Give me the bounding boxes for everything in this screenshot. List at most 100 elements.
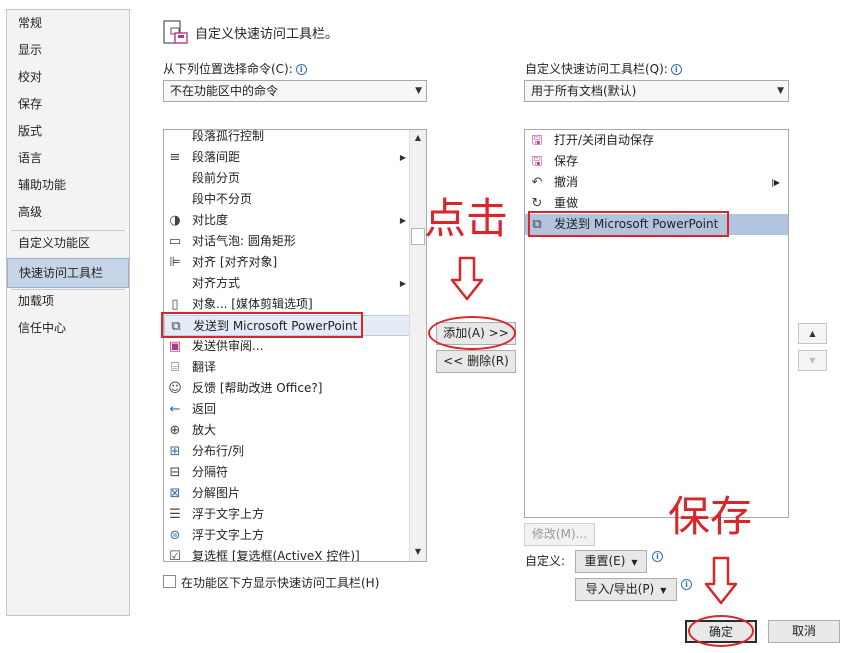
annotation-save-text: 保存	[668, 492, 753, 541]
import-export-button[interactable]: 导入/导出(P) ▼	[575, 578, 677, 601]
autosave-icon: 🖫	[531, 133, 543, 148]
options-nav: 常规 显示 校对 保存 版式 语言 辅助功能 高级 自定义功能区 快速访问工具栏…	[6, 9, 130, 616]
ungroup-picture-icon: ⊠	[169, 486, 181, 501]
choose-from-dropdown[interactable]: 不在功能区中的命令 ▼	[163, 80, 427, 102]
list-item[interactable]: 🖫 保存	[525, 151, 788, 172]
list-item[interactable]: ⊕ 放大	[164, 420, 410, 441]
annotation-down-arrow-icon	[450, 256, 484, 301]
send-review-icon: ▣	[168, 339, 182, 354]
list-item[interactable]: 🖫 打开/关闭自动保存	[525, 130, 788, 151]
annotation-circle-add	[428, 316, 516, 350]
save-icon: 🖫	[531, 154, 543, 169]
dropdown-arrow-icon: ▼	[777, 86, 784, 96]
scroll-thumb[interactable]	[411, 228, 425, 245]
list-item[interactable]: ⊫ 对齐 [对齐对象]	[164, 252, 410, 273]
show-below-ribbon-label: 在功能区下方显示快速访问工具栏(H)	[181, 576, 380, 590]
dropdown-arrow-icon: ▼	[660, 586, 667, 595]
info-icon: i	[295, 64, 307, 75]
list-item[interactable]: ⊠ 分解图片	[164, 483, 410, 504]
scroll-up-icon[interactable]: ▲	[410, 130, 426, 146]
move-down-button[interactable]: ▼	[798, 350, 827, 371]
customize-toolbar-label: 自定义快速访问工具栏(Q): i	[525, 60, 682, 77]
customizations-label: 自定义:	[525, 554, 566, 568]
scroll-down-icon[interactable]: ▼	[410, 544, 426, 560]
list-item[interactable]: ☰ 浮于文字上方	[164, 504, 410, 525]
nav-item-layout[interactable]: 版式	[7, 118, 129, 145]
annotation-highlight-command	[161, 312, 363, 338]
nav-item-general[interactable]: 常规	[7, 10, 129, 37]
remove-button[interactable]: << 删除(R)	[436, 350, 516, 373]
list-item[interactable]: ⊟ 分隔符	[164, 462, 410, 483]
feedback-icon: ☺	[168, 381, 182, 396]
nav-item-customize-ribbon[interactable]: 自定义功能区	[7, 230, 129, 257]
wrap-front-icon: ⊜	[169, 528, 181, 543]
list-item[interactable]: 对齐方式 ▶	[164, 273, 410, 294]
contrast-icon: ◑	[169, 213, 181, 228]
bring-front-text-icon: ☰	[169, 507, 181, 522]
redo-icon: ↻	[531, 196, 543, 211]
dropdown-arrow-icon: ▼	[415, 86, 422, 96]
info-icon: i	[670, 64, 682, 75]
annotation-down-arrow-icon	[704, 556, 738, 605]
list-item[interactable]: ≡ 段落间距 ▶	[164, 147, 410, 168]
nav-item-display[interactable]: 显示	[7, 37, 129, 64]
list-item[interactable]: ⊞ 分布行/列	[164, 441, 410, 462]
nav-item-advanced[interactable]: 高级	[7, 199, 129, 226]
checkbox-icon: ☑	[169, 549, 181, 562]
list-item[interactable]: 段中不分页	[164, 189, 410, 210]
paragraph-spacing-icon: ≡	[169, 150, 181, 165]
nav-item-quick-access-toolbar[interactable]: 快速访问工具栏	[7, 258, 129, 288]
list-item[interactable]: ↶ 撤消 |▶	[525, 172, 788, 193]
dropdown-arrow-icon: ▼	[631, 558, 638, 567]
list-item[interactable]: 段前分页	[164, 168, 410, 189]
customize-toolbar-icon	[162, 18, 190, 46]
submenu-arrow-icon: ▶	[399, 279, 406, 288]
page-title: 自定义快速访问工具栏。	[195, 27, 339, 42]
commands-list[interactable]: 段落孤行控制 ≡ 段落间距 ▶ 段前分页 段中不分页 ◑ 对比度 ▶ ▭ 对话气泡: 圆角…	[163, 129, 427, 562]
customize-toolbar-dropdown[interactable]: 用于所有文档(默认) ▼	[524, 80, 789, 102]
list-item[interactable]: ◑ 对比度 ▶	[164, 210, 410, 231]
nav-item-language[interactable]: 语言	[7, 145, 129, 172]
cancel-button[interactable]: 取消	[768, 620, 840, 643]
annotation-circle-ok	[688, 615, 754, 647]
speech-bubble-icon: ▭	[168, 234, 182, 249]
nav-item-save[interactable]: 保存	[7, 91, 129, 118]
submenu-arrow-icon: |▶	[771, 178, 780, 187]
list-item[interactable]: ▣ 发送供审阅...	[164, 336, 410, 357]
nav-item-proofing[interactable]: 校对	[7, 64, 129, 91]
distribute-rows-icon: ⊞	[169, 444, 181, 459]
list-item[interactable]: ⌸ 翻译	[164, 357, 410, 378]
list-item[interactable]: ← 返回	[164, 399, 410, 420]
list-item[interactable]: ⊜ 浮于文字上方	[164, 525, 410, 546]
annotation-highlight-toolbar-item	[528, 211, 729, 237]
zoom-in-icon: ⊕	[169, 423, 181, 438]
move-up-button[interactable]: ▲	[798, 323, 827, 344]
info-icon: i	[652, 551, 663, 562]
nav-item-trust-center[interactable]: 信任中心	[7, 315, 129, 342]
object-icon: ▯	[171, 297, 179, 312]
choose-from-value: 不在功能区中的命令	[170, 84, 279, 98]
submenu-arrow-icon: ▶	[399, 216, 406, 225]
back-arrow-icon: ←	[169, 402, 181, 417]
align-icon: ⊫	[169, 255, 181, 270]
submenu-arrow-icon: ▶	[399, 153, 406, 162]
choose-from-label: 从下列位置选择命令(C): i	[163, 60, 307, 77]
list-item[interactable]: ☑ 复选框 [复选框(ActiveX 控件)]	[164, 546, 410, 562]
reset-button[interactable]: 重置(E) ▼	[575, 550, 647, 573]
undo-icon: ↶	[531, 175, 543, 190]
toolbar-items-list[interactable]: 🖫 打开/关闭自动保存 🖫 保存 ↶ 撤消 |▶ ↻ 重做 ⧉ 发送到 Microsoft …	[524, 129, 789, 518]
info-icon: i	[681, 579, 692, 590]
list-item[interactable]: ▭ 对话气泡: 圆角矩形	[164, 231, 410, 252]
list-item[interactable]: ☺ 反馈 [帮助改进 Office?]	[164, 378, 410, 399]
move-up-icon: ▲	[809, 329, 816, 338]
list-item[interactable]: 段落孤行控制	[164, 130, 410, 147]
annotation-click-text: 点击	[424, 194, 509, 243]
customize-toolbar-value: 用于所有文档(默认)	[531, 84, 637, 98]
nav-item-addins[interactable]: 加载项	[7, 288, 129, 315]
separator-icon: ⊟	[169, 465, 181, 480]
move-down-icon: ▼	[809, 356, 816, 365]
translate-icon: ⌸	[171, 360, 179, 375]
modify-button[interactable]: 修改(M)...	[524, 523, 595, 546]
show-below-ribbon-checkbox[interactable]	[163, 575, 176, 588]
nav-item-accessibility[interactable]: 辅助功能	[7, 172, 129, 199]
